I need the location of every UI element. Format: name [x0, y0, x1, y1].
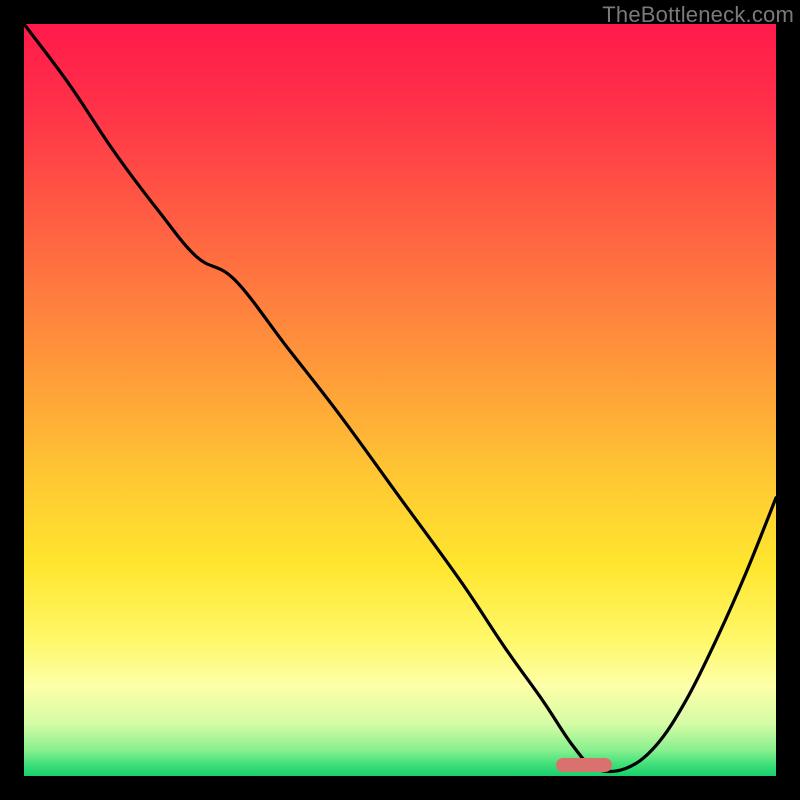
bottleneck-curve: [24, 24, 776, 772]
chart-frame: [24, 24, 776, 776]
optimum-marker: [556, 758, 612, 772]
curve-layer: [24, 24, 776, 776]
plot-area: [24, 24, 776, 776]
